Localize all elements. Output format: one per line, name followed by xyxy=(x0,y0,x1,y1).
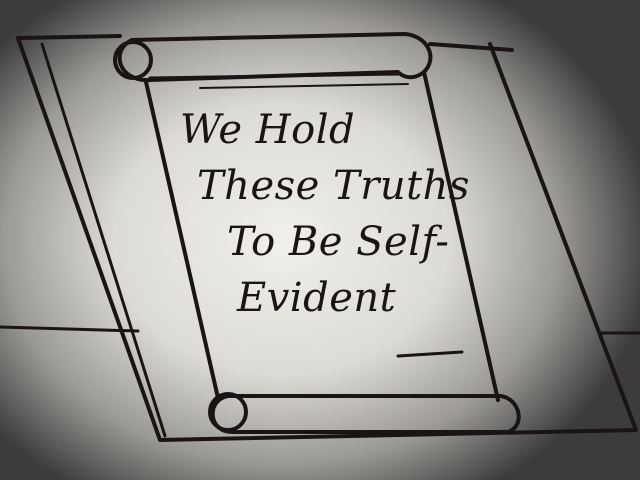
scroll-paper-top-inner xyxy=(199,83,409,89)
board-top-right xyxy=(428,42,514,52)
inscription-line-2: These Truths xyxy=(197,163,470,209)
inscription-line-4: Evident xyxy=(237,275,397,321)
inscription-line-3: To Be Self- xyxy=(227,219,450,265)
inscription-line-1: We Hold xyxy=(180,107,356,153)
board-top xyxy=(16,34,122,40)
scroll-inscription: We Hold These Truths To Be Self- Evident xyxy=(175,102,475,326)
flourish-line xyxy=(396,350,464,358)
sketch-canvas: We Hold These Truths To Be Self- Evident xyxy=(0,0,640,480)
board-inner-edge xyxy=(40,42,167,438)
table-edge-left xyxy=(0,325,140,333)
scroll-bottom-roll-end xyxy=(208,392,248,432)
scroll-top-crease xyxy=(148,72,402,80)
scroll-bottom-roll xyxy=(210,394,521,434)
